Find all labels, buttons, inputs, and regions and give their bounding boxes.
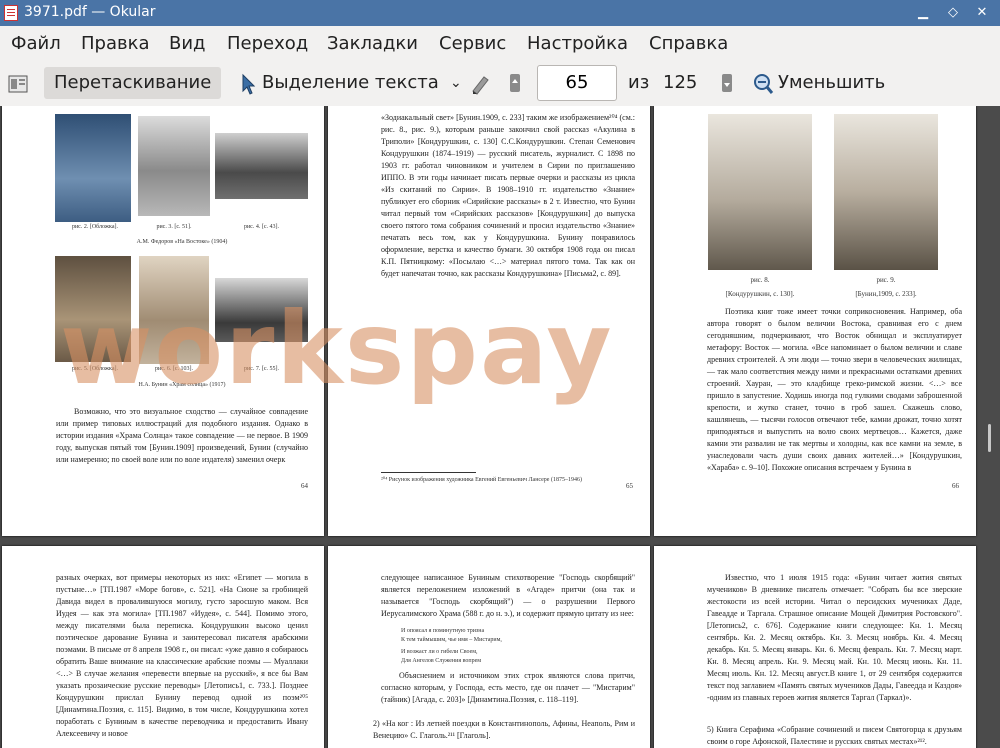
- menu-edit[interactable]: Правка: [81, 33, 150, 54]
- palm-sketch-fig8: [708, 114, 812, 270]
- page-69-item-5: 5) Книга Серафима «Собрание сочинений и …: [707, 725, 962, 746]
- page-number-65: 65: [626, 482, 633, 490]
- menu-tools[interactable]: Сервис: [439, 33, 506, 54]
- caption-fedorov: А.М. Федоров «На Востоке» (1904): [136, 239, 228, 245]
- document-viewer[interactable]: рис. 2. [Обложка]. рис. 3. [с. 51]. рис.…: [0, 106, 1000, 748]
- menu-file[interactable]: Файл: [11, 33, 61, 54]
- city-photo: [215, 133, 308, 199]
- footnote-divider: [381, 472, 476, 473]
- page-64-body: Возможно, что это визуальное сходство — …: [56, 407, 308, 464]
- previous-page-icon[interactable]: [508, 67, 522, 99]
- pdf-page-64: рис. 2. [Обложка]. рис. 3. [с. 51]. рис.…: [2, 106, 324, 536]
- text-select-tool-button[interactable]: Выделение текста: [262, 67, 439, 99]
- maximize-icon[interactable]: ◇: [943, 3, 963, 23]
- landscape-photo: [215, 278, 308, 342]
- zoom-out-icon[interactable]: [752, 67, 774, 99]
- palm-sketch-fig9: [834, 114, 938, 270]
- okular-app-icon: [4, 5, 18, 21]
- pdf-page-68: следующее написанное Буниным стихотворен…: [328, 546, 650, 748]
- temple-ruins-photo: [55, 256, 131, 362]
- book-cover-image: [55, 114, 131, 222]
- verse-line-3: И возжаст ли о гибели Своем,: [401, 649, 478, 655]
- annotate-icon[interactable]: [470, 67, 492, 99]
- close-icon[interactable]: ✕: [972, 3, 992, 23]
- window-title: 3971.pdf — Okular: [24, 4, 156, 20]
- footnote-204: ²⁰⁴ Рисунок изображения художника Евгени…: [381, 477, 582, 483]
- caption-fig5: рис. 5. [Обложка].: [71, 366, 119, 372]
- zoom-out-button[interactable]: Уменьшить: [778, 67, 885, 99]
- pointer-icon: [240, 67, 256, 99]
- verse-line-2: К тем таймышим, чье имя – Мистарим,: [401, 637, 502, 643]
- vertical-scrollbar-thumb[interactable]: [988, 424, 991, 452]
- chevron-down-icon[interactable]: ⌄: [450, 67, 462, 99]
- sidebar-toggle-button[interactable]: [8, 72, 28, 93]
- menu-help[interactable]: Справка: [649, 33, 728, 54]
- sidebar-icon: [8, 75, 28, 93]
- verse-line-4: Для Ангелов Служения вопрем: [401, 658, 482, 664]
- caption-bunin: Н.А. Бунин «Храм солнца» (1917): [138, 382, 226, 388]
- title-bar: 3971.pdf — Okular ▁ ◇ ✕: [0, 0, 1000, 26]
- browse-tool-button[interactable]: Перетаскивание: [44, 67, 222, 99]
- menu-bookmarks[interactable]: Закладки: [327, 33, 418, 54]
- pdf-page-67: разных очерках, вот примеры некоторых из…: [2, 546, 324, 748]
- caption-fig8-source: [Кондурушкин, с. 130].: [725, 290, 795, 298]
- menu-go[interactable]: Переход: [227, 33, 308, 54]
- ruins-sketch: [139, 256, 209, 364]
- caption-fig2: рис. 2. [Обложка].: [71, 224, 119, 230]
- next-page-icon[interactable]: [720, 67, 734, 99]
- menu-bar: Файл Правка Вид Переход Закладки Сервис …: [0, 26, 1000, 61]
- total-pages-label: 125: [663, 72, 698, 93]
- page-66-body: Поэтика книг тоже имеет точки соприкосно…: [707, 307, 962, 472]
- caption-fig9-source: [Бунин,1909, с. 233].: [855, 290, 917, 298]
- pdf-page-69: Известно, что 1 июля 1915 года: «Бунин ч…: [654, 546, 976, 748]
- page-number-66: 66: [952, 482, 959, 490]
- verse-line-1: И опоясал я поминутную тризна: [401, 628, 485, 634]
- caption-fig8: рис. 8.: [750, 276, 770, 284]
- page-of-label: из: [628, 72, 650, 93]
- page-65-body: «Зодиакальный свет» [Бунин.1909, с. 233]…: [381, 113, 635, 278]
- page-69-body: Известно, что 1 июля 1915 года: «Бунин ч…: [707, 573, 962, 702]
- main-toolbar: Перетаскивание Выделение текста ⌄ 65 из …: [0, 60, 1000, 107]
- page-67-body: разных очерках, вот примеры некоторых из…: [56, 573, 308, 738]
- page-number-input[interactable]: 65: [537, 65, 617, 101]
- caption-fig7: рис. 7. [с. 55].: [243, 366, 280, 372]
- pdf-page-66: рис. 8. [Кондурушкин, с. 130]. рис. 9. […: [654, 106, 976, 536]
- page-68-item-2: 2) «На ког : Из летней поездки в Констан…: [373, 719, 635, 740]
- caption-fig9: рис. 9.: [876, 276, 896, 284]
- caption-fig3: рис. 3. [с. 51].: [156, 224, 192, 230]
- page-68-explanation: Объяснением и источником этих строк явля…: [381, 671, 635, 704]
- pdf-page-65: «Зодиакальный свет» [Бунин.1909, с. 233]…: [328, 106, 650, 536]
- page-68-body: следующее написанное Буниным стихотворен…: [381, 573, 635, 618]
- menu-view[interactable]: Вид: [169, 33, 206, 54]
- caption-fig6: рис. 6. [с. 103].: [154, 366, 194, 372]
- page-number-64: 64: [301, 482, 308, 490]
- caption-fig4: рис. 4. [с. 43].: [243, 224, 280, 230]
- mosque-photo: [138, 116, 210, 216]
- menu-settings[interactable]: Настройка: [527, 33, 628, 54]
- minimize-icon[interactable]: ▁: [913, 3, 933, 23]
